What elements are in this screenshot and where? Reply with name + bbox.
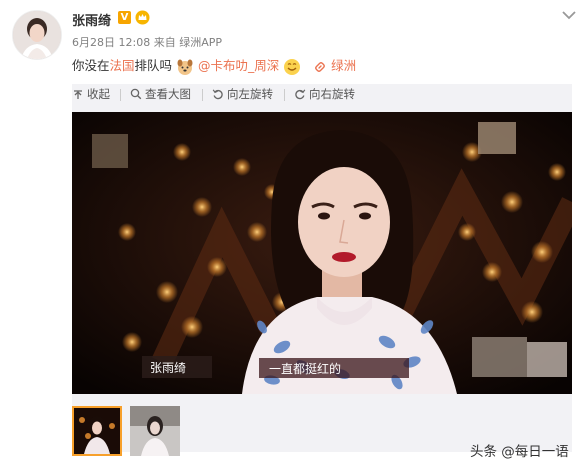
link-icon (315, 61, 326, 72)
mention-link[interactable]: @卡布叻_周深 (198, 58, 279, 73)
weibo-post-card: 张雨绮 V 6月28日 12:08 来自 绿洲APP 你没在法国排队吗 @卡布叻… (0, 0, 588, 470)
thumbnail-2[interactable] (130, 406, 180, 456)
view-large-label: 查看大图 (145, 87, 191, 101)
location-link[interactable]: 绿洲 (331, 58, 356, 73)
rotate-right-icon (295, 89, 306, 100)
from-label: 来自 (153, 36, 176, 49)
toolbar-divider (120, 89, 121, 101)
collapse-icon (74, 90, 82, 99)
rotate-right-label: 向右旋转 (309, 87, 355, 101)
caption-name: 张雨绮 (150, 361, 186, 375)
post-meta: 6月28日 12:08 来自 绿洲APP (72, 34, 222, 50)
rotate-right-button[interactable]: 向右旋转 (294, 86, 355, 102)
post-text-highlight: 法国 (109, 58, 135, 73)
collapse-label: 收起 (87, 87, 110, 101)
chevron-down-icon[interactable] (562, 10, 576, 20)
watermark-handle: @每日一语 (501, 444, 569, 460)
photo-subtitle: 一直都挺红的 (269, 361, 341, 376)
toolbar-divider (284, 89, 285, 101)
rotate-left-icon (212, 89, 223, 100)
verified-badge-icon: V (118, 11, 131, 24)
watermark: 头条 @每日一语 (470, 440, 569, 460)
avatar[interactable] (12, 10, 62, 60)
toolbar-divider (202, 89, 203, 101)
post-text-part1: 你没在 (72, 58, 110, 73)
rotate-left-button[interactable]: 向左旋转 (212, 86, 273, 102)
post-text-part2: 排队吗 (134, 58, 173, 73)
search-icon (130, 88, 142, 100)
member-crown-icon (135, 10, 150, 25)
smile-emoji-icon (284, 58, 301, 75)
post-photo[interactable]: 张雨绮 一直都挺红的 (72, 112, 572, 394)
dog-emoji-icon (177, 59, 193, 75)
collapse-button[interactable]: 收起 (72, 86, 110, 102)
thumbnail-1[interactable] (72, 406, 122, 456)
post-text: 你没在法国排队吗 @卡布叻_周深 绿洲 (72, 55, 356, 76)
watermark-prefix: 头条 (470, 444, 497, 460)
post-time[interactable]: 6月28日 12:08 (72, 36, 150, 49)
rotate-left-label: 向左旋转 (227, 87, 273, 101)
post-source[interactable]: 绿洲APP (179, 36, 222, 49)
view-large-button[interactable]: 查看大图 (130, 86, 191, 102)
user-name[interactable]: 张雨绮 (72, 10, 111, 29)
